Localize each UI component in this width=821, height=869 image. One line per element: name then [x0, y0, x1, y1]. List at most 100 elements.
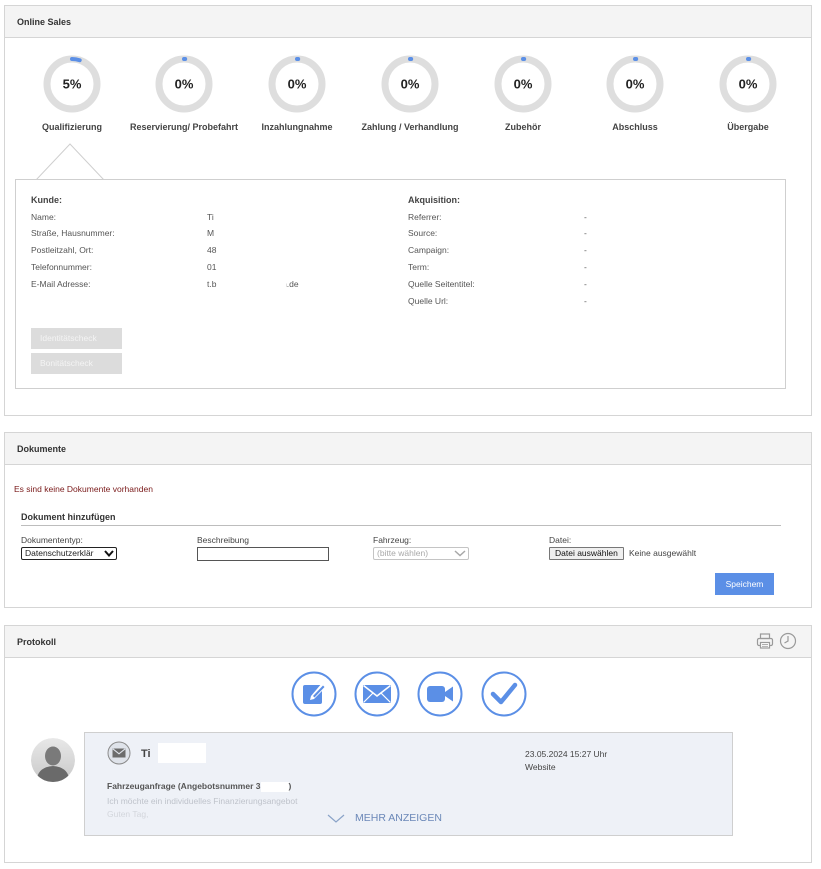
online-sales-panel: Online Sales 5% Qualifizierung 0% Reservier…	[4, 5, 812, 416]
progress-step[interactable]: 0% Übergabe	[683, 54, 813, 132]
progress-percent: 0%	[626, 77, 645, 92]
customer-key: Straße, Hausnummer:	[31, 228, 115, 238]
description-input[interactable]	[197, 547, 329, 561]
progress-step-label: Reservierung/ Probefahrt	[129, 122, 239, 132]
vehicle-value: (bitte wählen)	[377, 548, 429, 558]
entry-subject: Fahrzeuganfrage (Angebotsnummer 3)	[107, 781, 291, 792]
progress-step[interactable]: 0% Abschluss	[570, 54, 700, 132]
document-type-select[interactable]: Datenschutzerklär	[21, 547, 117, 560]
redaction-mask	[260, 781, 289, 792]
online-sales-header: Online Sales	[5, 6, 811, 38]
documents-title: Dokumente	[17, 444, 67, 454]
show-more-button[interactable]: MEHR ANZEIGEN	[321, 809, 521, 829]
note-edit-icon[interactable]	[291, 671, 337, 717]
video-camera-icon[interactable]	[417, 671, 463, 717]
protocol-title: Protokoll	[17, 637, 57, 647]
progress-step-label: Übergabe	[727, 122, 769, 132]
chevron-down-icon	[104, 550, 114, 558]
document-type-label: Dokumententyp:	[21, 535, 83, 545]
progress-percent: 0%	[401, 77, 420, 92]
progress-step[interactable]: 5% Qualifizierung	[7, 54, 137, 132]
documents-panel: Dokumente Es sind keine Dokumente vorhan…	[4, 432, 812, 608]
document-type-value: Datenschutzerklär	[25, 548, 94, 558]
progress-step[interactable]: 0% Zahlung / Verhandlung	[345, 54, 475, 132]
description-label: Beschreibung	[197, 535, 249, 545]
customer-details-box: Kunde: Akquisition: Name: Ti Straße, Hau…	[15, 179, 786, 389]
chevron-down-icon	[327, 814, 345, 823]
vehicle-select[interactable]: (bitte wählen)	[373, 547, 469, 560]
entry-date: 23.05.2024 15:27 Uhr	[525, 749, 608, 759]
progress-ring: 0%	[719, 55, 777, 113]
add-document-title: Dokument hinzufügen	[21, 512, 781, 526]
customer-heading: Kunde:	[31, 195, 62, 205]
acquisition-key: Source:	[408, 228, 438, 238]
redaction-mask	[158, 743, 206, 763]
file-label: Datei:	[549, 535, 572, 545]
acquisition-key: Campaign:	[408, 245, 450, 255]
entry-subject-start: Fahrzeuganfrage (Angebotsnummer 3	[107, 781, 261, 791]
acquisition-value: -	[584, 245, 587, 255]
progress-percent: 0%	[739, 77, 758, 92]
acquisition-value: -	[584, 296, 587, 306]
customer-phone-value: 01	[207, 262, 217, 272]
customer-key: Telefonnummer:	[31, 262, 92, 272]
progress-step[interactable]: 0% Reservierung/ Probefahrt	[119, 54, 249, 132]
progress-step[interactable]: 0% Inzahlungnahme	[232, 54, 362, 132]
save-button[interactable]: Speichem	[715, 573, 774, 595]
entry-body-preview-2: Guten Tag,	[107, 809, 149, 819]
acquisition-key: Term:	[408, 262, 430, 272]
progress-step-label: Abschluss	[612, 122, 658, 132]
progress-percent: 5%	[63, 77, 82, 92]
acquisition-key: Referrer:	[408, 212, 442, 222]
progress-ring: 0%	[268, 55, 326, 113]
vehicle-label: Fahrzeug:	[373, 535, 412, 545]
customer-street-value: M	[207, 228, 215, 238]
customer-key: Postleitzahl, Ort:	[31, 245, 94, 255]
checkmark-icon[interactable]	[481, 671, 527, 717]
user-avatar-icon	[31, 738, 75, 782]
avatar	[31, 738, 75, 782]
identity-check-button[interactable]: Identitätscheck	[31, 328, 122, 349]
progress-step-label: Zubehör	[505, 122, 541, 132]
envelope-icon[interactable]	[354, 671, 400, 717]
acquisition-value: -	[584, 279, 587, 289]
entry-source: Website	[525, 762, 556, 772]
customer-key: E-Mail Adresse:	[31, 279, 91, 289]
protocol-entry[interactable]: Ti 23.05.2024 15:27 Uhr Website Fahrzeug…	[84, 732, 733, 836]
protocol-panel: Protokoll Ti 23.05.2024 15:27 Uhr Websit…	[4, 625, 812, 863]
progress-step-label: Inzahlungnahme	[261, 122, 333, 132]
progress-step-label: Qualifizierung	[41, 122, 102, 132]
progress-percent: 0%	[175, 77, 194, 92]
progress-step[interactable]: 0% Zubehör	[458, 54, 588, 132]
progress-step-label: Zahlung / Verhandlung	[361, 122, 459, 132]
documents-header: Dokumente	[5, 433, 811, 465]
acquisition-key: Quelle Seitentitel:	[408, 279, 475, 289]
step-pointer	[36, 143, 104, 181]
entry-body-preview: Ich möchte ein individuelles Finanzierun…	[107, 796, 298, 806]
progress-ring: 0%	[155, 55, 213, 113]
entry-subject-end: )	[288, 781, 292, 791]
progress-ring: 0%	[381, 55, 439, 113]
progress-steps: 5% Qualifizierung 0% Reservierung/ Probefah…	[5, 54, 813, 144]
redaction-mask	[234, 277, 286, 290]
progress-ring: 0%	[606, 55, 664, 113]
customer-name-value: Ti	[207, 212, 214, 222]
entry-sender-name: Ti	[141, 748, 151, 760]
clock-icon[interactable]	[779, 632, 797, 650]
progress-ring: 5%	[43, 55, 101, 113]
no-documents-message: Es sind keine Dokumente vorhanden	[14, 484, 153, 494]
printer-icon[interactable]	[756, 632, 774, 650]
show-more-label: MEHR ANZEIGEN	[355, 812, 442, 824]
chevron-down-icon	[454, 550, 466, 557]
credit-check-button[interactable]: Bonitätscheck	[31, 353, 122, 374]
acquisition-key: Quelle Url:	[408, 296, 449, 306]
customer-zip-value: 48	[207, 245, 217, 255]
acquisition-heading: Akquisition:	[408, 195, 460, 205]
protocol-header: Protokoll	[5, 626, 811, 658]
choose-file-button[interactable]: Datei auswählen	[549, 547, 624, 560]
online-sales-title: Online Sales	[17, 17, 72, 27]
customer-email-value: t.b	[207, 279, 217, 289]
email-entry-icon	[107, 741, 131, 765]
acquisition-value: -	[584, 228, 587, 238]
customer-key: Name:	[31, 212, 57, 222]
